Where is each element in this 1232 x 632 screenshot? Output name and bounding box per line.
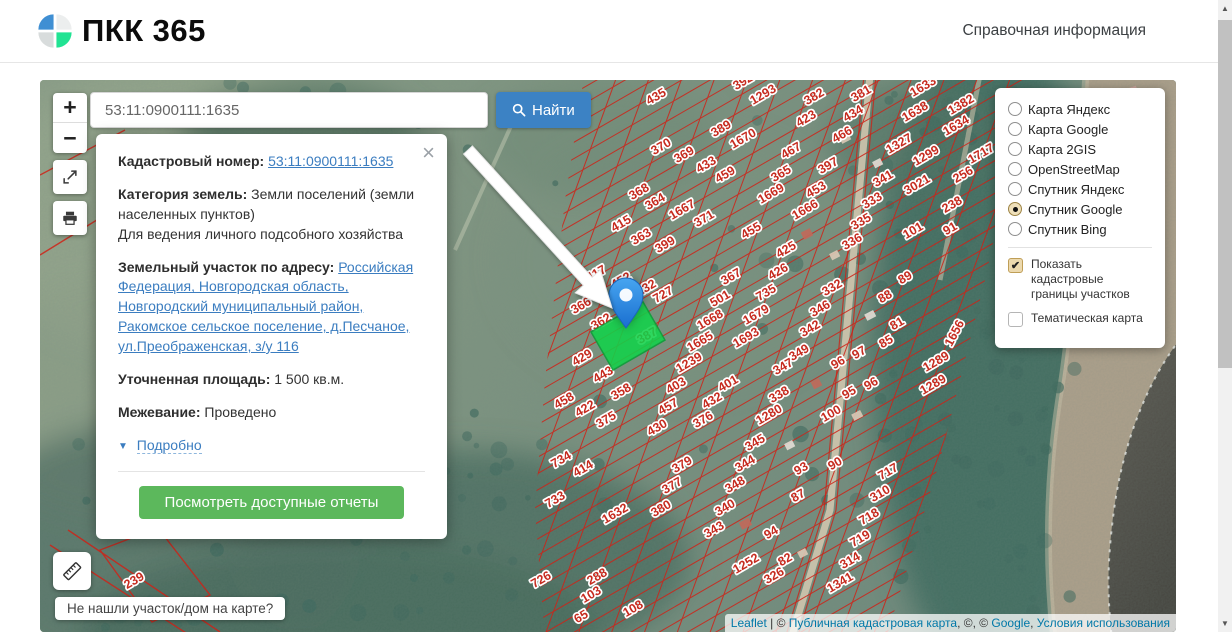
checkbox-label: Тематическая карта bbox=[1031, 311, 1143, 325]
pkk365-logo-icon bbox=[38, 14, 72, 48]
layer-option-4[interactable]: OpenStreetMap bbox=[1008, 159, 1152, 179]
zoom-in-button[interactable]: + bbox=[53, 93, 87, 123]
attribution: Leaflet | © Публичная кадастровая карта,… bbox=[724, 614, 1176, 632]
details-link[interactable]: Подробно bbox=[136, 436, 202, 454]
radio-icon[interactable] bbox=[1008, 102, 1022, 116]
search-button-label: Найти bbox=[532, 101, 575, 119]
layer-option-2[interactable]: Карта Google bbox=[1008, 119, 1152, 139]
caret-down-icon: ▼ bbox=[118, 440, 128, 452]
parcel-info-popup: × Кадастровый номер: 53:11:0900111:1635 … bbox=[96, 134, 447, 539]
search-icon bbox=[512, 103, 526, 117]
checkbox-checked-icon[interactable] bbox=[1008, 258, 1023, 273]
layer-option-7[interactable]: Спутник Bing bbox=[1008, 219, 1152, 239]
radio-icon[interactable] bbox=[1008, 162, 1022, 176]
not-found-helper[interactable]: Не нашли участок/дом на карте? bbox=[55, 597, 286, 620]
close-icon[interactable]: × bbox=[422, 142, 435, 164]
ruler-icon bbox=[63, 562, 82, 581]
layer-option-label: Спутник Яндекс bbox=[1028, 181, 1125, 197]
layer-option-label: Спутник Bing bbox=[1028, 221, 1107, 237]
address-label: Земельный участок по адресу: bbox=[118, 258, 335, 275]
measure-tool-button[interactable] bbox=[53, 552, 91, 590]
cadastral-number-link[interactable]: 53:11:0900111:1635 bbox=[268, 153, 393, 169]
survey-label: Межевание: bbox=[118, 403, 201, 420]
fullscreen-button[interactable] bbox=[53, 160, 87, 194]
view-reports-button[interactable]: Посмотреть доступные отчеты bbox=[138, 485, 405, 519]
layer-option-label: Карта Google bbox=[1028, 121, 1109, 137]
land-category-label: Категория земель: bbox=[118, 185, 248, 202]
panel-divider bbox=[1008, 247, 1152, 248]
attribution-link[interactable]: Условия использования bbox=[1037, 616, 1170, 630]
popup-divider bbox=[118, 470, 425, 472]
layer-option-label: OpenStreetMap bbox=[1028, 161, 1120, 177]
survey-value: Проведено bbox=[204, 403, 277, 420]
attribution-text: , bbox=[1030, 616, 1037, 630]
attribution-link[interactable]: Публичная кадастровая карта bbox=[789, 616, 957, 630]
attribution-text: | © bbox=[766, 616, 789, 630]
zoom-control: + − bbox=[53, 93, 87, 153]
pkk365-logo[interactable]: ПКК 365 bbox=[36, 12, 206, 50]
radio-icon[interactable] bbox=[1008, 142, 1022, 156]
layers-panel: Карта Яндекс Карта Google Карта 2GIS OpenSt… bbox=[995, 88, 1165, 348]
fullscreen-icon bbox=[63, 170, 77, 184]
checkbox-label: Показать кадастровые границы участков bbox=[1031, 257, 1130, 301]
attribution-link[interactable]: Leaflet bbox=[731, 616, 767, 630]
map-container: 435 392 1293 382 381 434 423 466 389 1670 370 369 43… bbox=[40, 80, 1176, 632]
layer-option-6[interactable]: Спутник Google bbox=[1008, 199, 1152, 219]
search-button[interactable]: Найти bbox=[496, 92, 591, 128]
area-value: 1 500 кв.м. bbox=[274, 370, 345, 387]
printer-icon bbox=[63, 211, 77, 225]
reference-info-link[interactable]: Справочная информация bbox=[962, 22, 1146, 40]
scroll-up-arrow[interactable]: ▲ bbox=[1218, 4, 1232, 13]
layer-option-1[interactable]: Карта Яндекс bbox=[1008, 99, 1152, 119]
layer-checkbox-1[interactable]: Показать кадастровые границы участков bbox=[1008, 257, 1152, 302]
layer-option-label: Карта Яндекс bbox=[1028, 101, 1111, 117]
zoom-out-button[interactable]: − bbox=[53, 123, 87, 153]
radio-selected-icon[interactable] bbox=[1008, 202, 1022, 216]
page-scrollbar-thumb[interactable] bbox=[1218, 20, 1232, 368]
radio-icon[interactable] bbox=[1008, 182, 1022, 196]
search-input[interactable] bbox=[90, 92, 488, 128]
radio-icon[interactable] bbox=[1008, 122, 1022, 136]
print-button[interactable] bbox=[53, 201, 87, 235]
land-category-row: Категория земель: Земли поселений (земли… bbox=[118, 185, 425, 245]
address-row: Земельный участок по адресу: Российская … bbox=[118, 258, 425, 357]
radio-icon[interactable] bbox=[1008, 222, 1022, 236]
layer-option-label: Спутник Google bbox=[1028, 201, 1123, 217]
area-row: Уточненная площадь: 1 500 кв.м. bbox=[118, 370, 425, 390]
search-bar: Найти bbox=[90, 92, 591, 128]
land-use-value: Для ведения личного подсобного хозяйства bbox=[118, 225, 404, 242]
layer-option-5[interactable]: Спутник Яндекс bbox=[1008, 179, 1152, 199]
details-row: ▼ Подробно bbox=[118, 436, 425, 456]
layer-option-label: Карта 2GIS bbox=[1028, 141, 1097, 157]
cadastral-number-row: Кадастровый номер: 53:11:0900111:1635 bbox=[118, 152, 425, 172]
layer-options: Карта Яндекс Карта Google Карта 2GIS OpenSt… bbox=[1008, 99, 1152, 239]
survey-row: Межевание: Проведено bbox=[118, 403, 425, 423]
checkbox-icon[interactable] bbox=[1008, 312, 1023, 327]
layer-option-3[interactable]: Карта 2GIS bbox=[1008, 139, 1152, 159]
attribution-link[interactable]: Google bbox=[991, 616, 1030, 630]
cadastral-number-label: Кадастровый номер: bbox=[118, 153, 265, 169]
site-header: ПКК 365 Справочная информация bbox=[0, 0, 1218, 63]
layer-checkbox-2[interactable]: Тематическая карта bbox=[1008, 311, 1152, 327]
pkk365-page: ПКК 365 Справочная информация 435 392 12… bbox=[0, 0, 1232, 632]
layer-checkboxes: Показать кадастровые границы участков Тем… bbox=[1008, 257, 1152, 327]
page-scrollbar-track[interactable]: ▲ ▼ bbox=[1218, 0, 1232, 632]
logo-text: ПКК 365 bbox=[82, 13, 206, 48]
area-label: Уточненная площадь: bbox=[118, 370, 271, 387]
attribution-text: , ©, © bbox=[957, 616, 992, 630]
scroll-down-arrow[interactable]: ▼ bbox=[1218, 619, 1232, 628]
